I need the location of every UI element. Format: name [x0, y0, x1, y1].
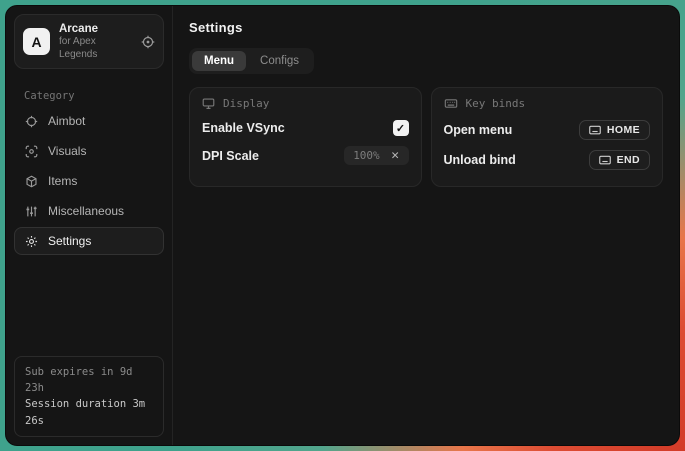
dpi-scale-input[interactable]: 100% ✕ — [344, 146, 408, 165]
target-icon[interactable] — [141, 35, 155, 49]
keyboard-icon — [589, 125, 601, 135]
sidebar-item-label: Settings — [48, 234, 91, 248]
gear-icon — [25, 235, 38, 248]
app-window: A Arcane for Apex Legends Category — [5, 5, 680, 446]
sidebar-item-label: Items — [48, 174, 77, 188]
keyboard-icon — [444, 97, 458, 110]
unload-bind-row: Unload bind END — [444, 145, 651, 175]
sidebar-item-aimbot[interactable]: Aimbot — [14, 107, 164, 135]
keybinds-card-title: Key binds — [466, 97, 526, 110]
package-icon — [25, 175, 38, 188]
vsync-row: Enable VSync ✓ — [202, 115, 409, 141]
keybinds-card: Key binds Open menu HOME — [431, 87, 664, 187]
session-duration-text: Session duration 3m 26s — [25, 396, 153, 429]
main-content: Settings Menu Configs Display — [173, 6, 679, 445]
unload-key: END — [617, 154, 640, 166]
display-card: Display Enable VSync ✓ DPI Scale 100% ✕ — [189, 87, 422, 187]
display-card-header: Display — [202, 97, 409, 110]
brand-card: A Arcane for Apex Legends — [14, 14, 164, 69]
sidebar-item-label: Visuals — [48, 144, 86, 158]
sidebar-item-settings[interactable]: Settings — [14, 227, 164, 255]
settings-tabs: Menu Configs — [189, 48, 314, 74]
dpi-row: DPI Scale 100% ✕ — [202, 141, 409, 170]
unload-bind-label: Unload bind — [444, 153, 516, 167]
vsync-label: Enable VSync — [202, 121, 285, 135]
desktop-background: A Arcane for Apex Legends Category — [0, 0, 685, 451]
sidebar-item-label: Aimbot — [48, 114, 85, 128]
sliders-icon — [25, 205, 38, 218]
keybinds-card-header: Key binds — [444, 97, 651, 110]
subscription-status-card: Sub expires in 9d 23h Session duration 3… — [14, 356, 164, 437]
app-logo: A — [23, 28, 50, 55]
crosshair-icon — [25, 115, 38, 128]
settings-cards-row: Display Enable VSync ✓ DPI Scale 100% ✕ — [189, 87, 663, 187]
sidebar-nav: Aimbot Visuals — [6, 107, 172, 255]
page-title: Settings — [189, 20, 663, 35]
open-menu-label: Open menu — [444, 123, 513, 137]
dpi-label: DPI Scale — [202, 149, 259, 163]
clear-icon[interactable]: ✕ — [391, 150, 400, 162]
scan-eye-icon — [25, 145, 38, 158]
brand-subtitle: for Apex Legends — [59, 36, 132, 61]
tab-menu[interactable]: Menu — [192, 51, 246, 71]
tab-configs[interactable]: Configs — [248, 51, 311, 71]
dpi-value: 100% — [353, 149, 380, 162]
category-label: Category — [24, 90, 154, 102]
monitor-icon — [202, 97, 215, 110]
sidebar-spacer — [6, 255, 172, 348]
open-menu-keybind-button[interactable]: HOME — [579, 120, 650, 140]
unload-keybind-button[interactable]: END — [589, 150, 650, 170]
sub-expiry-text: Sub expires in 9d 23h — [25, 364, 153, 397]
sidebar-item-items[interactable]: Items — [14, 167, 164, 195]
sidebar-item-label: Miscellaneous — [48, 204, 124, 218]
display-card-title: Display — [223, 97, 269, 110]
keyboard-icon — [599, 155, 611, 165]
brand-text: Arcane for Apex Legends — [59, 22, 132, 61]
sidebar-item-visuals[interactable]: Visuals — [14, 137, 164, 165]
sidebar: A Arcane for Apex Legends Category — [6, 6, 173, 445]
brand-title: Arcane — [59, 22, 132, 36]
open-menu-row: Open menu HOME — [444, 115, 651, 145]
vsync-checkbox[interactable]: ✓ — [393, 120, 409, 136]
sidebar-item-miscellaneous[interactable]: Miscellaneous — [14, 197, 164, 225]
open-menu-key: HOME — [607, 124, 640, 136]
